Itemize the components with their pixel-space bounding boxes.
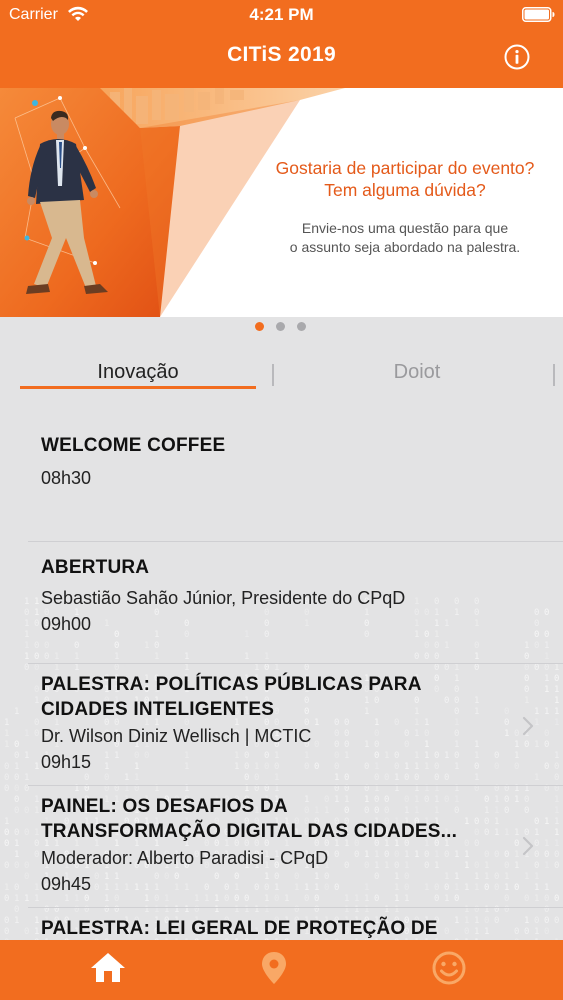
tab-selected-indicator	[20, 386, 256, 389]
page-title: CITiS 2019	[227, 43, 336, 66]
page-dot-2[interactable]	[276, 322, 285, 331]
schedule-item-speaker: Sebastião Sahão Júnior, Presidente do CP…	[41, 588, 406, 608]
home-icon[interactable]	[88, 948, 128, 988]
info-icon[interactable]	[503, 43, 531, 71]
segment-tabs: Inovação Doiot	[0, 355, 563, 393]
schedule-item[interactable]: WELCOME COFFEE 08h30	[0, 420, 563, 542]
schedule-item[interactable]: PALESTRA: POLÍTICAS PÚBLICAS PARA CIDADE…	[0, 664, 563, 786]
title-line: PAINEL: OS DESAFIOS DA	[41, 796, 288, 817]
tab-divider	[553, 364, 555, 386]
schedule-item-title: PAINEL: OS DESAFIOS DA TRANSFORMAÇÃO DIG…	[41, 794, 457, 844]
status-time: 4:21 PM	[249, 5, 314, 24]
schedule-item-speaker: Moderador: Alberto Paradisi - CPqD	[41, 848, 329, 868]
banner-illustration	[0, 88, 345, 317]
schedule-list[interactable]: 0000100010001111010011000001001010000011…	[0, 420, 563, 940]
page-indicator	[0, 320, 563, 334]
status-bar: Carrier 4:21 PM	[0, 0, 563, 30]
schedule-item-speaker: Dr. Wilson Diniz Wellisch | MCTIC	[41, 726, 312, 746]
schedule-item-time: 09h15	[41, 752, 92, 772]
schedule-item-time: 09h45	[41, 874, 92, 894]
tab-divider	[272, 364, 274, 386]
schedule-item[interactable]: PAINEL: OS DESAFIOS DA TRANSFORMAÇÃO DIG…	[0, 786, 563, 908]
tab-doiot[interactable]: Doiot	[300, 361, 534, 391]
title-line: PALESTRA: POLÍTICAS PÚBLICAS PARA	[41, 674, 422, 695]
title-line: TRANSFORMAÇÃO DIGITAL DAS CIDADES...	[41, 821, 458, 842]
title-line: CIDADES INTELIGENTES	[41, 699, 275, 720]
chevron-right-icon[interactable]	[522, 836, 534, 856]
schedule-item-title: WELCOME COFFEE	[41, 435, 226, 456]
location-pin-icon[interactable]	[254, 948, 294, 988]
smiley-icon[interactable]	[429, 948, 469, 988]
banner-headline-line: Tem alguma dúvida?	[324, 180, 486, 200]
bottom-tab-bar	[0, 940, 563, 1000]
schedule-item[interactable]: PALESTRA: LEI GERAL DE PROTEÇÃO DE	[0, 908, 563, 940]
schedule-item-title: PALESTRA: POLÍTICAS PÚBLICAS PARA CIDADE…	[41, 672, 422, 722]
banner-headline: Gostaria de participar do evento? Tem al…	[195, 157, 563, 201]
banner-body-line: o assunto seja abordado na palestra.	[289, 239, 521, 255]
page-dot-3[interactable]	[297, 322, 306, 331]
page-dot-1[interactable]	[255, 322, 264, 331]
schedule-item-time: 09h00	[41, 614, 92, 634]
banner-body-text: Envie-nos uma questão para que o assunto…	[190, 219, 563, 257]
promo-banner[interactable]: Gostaria de participar do evento? Tem al…	[0, 88, 563, 317]
chevron-right-icon[interactable]	[522, 716, 534, 736]
navigation-header: Carrier 4:21 PM CITiS 2019	[0, 0, 563, 88]
battery-icon	[522, 7, 555, 22]
banner-headline-line: Gostaria de participar do evento?	[275, 158, 535, 178]
schedule-item-title: ABERTURA	[41, 557, 150, 578]
schedule-item[interactable]: ABERTURA Sebastião Sahão Júnior, Preside…	[0, 542, 563, 664]
schedule-item-time: 08h30	[41, 468, 92, 488]
schedule-item-title: PALESTRA: LEI GERAL DE PROTEÇÃO DE	[41, 918, 438, 939]
banner-body-line: Envie-nos uma questão para que	[301, 220, 509, 236]
